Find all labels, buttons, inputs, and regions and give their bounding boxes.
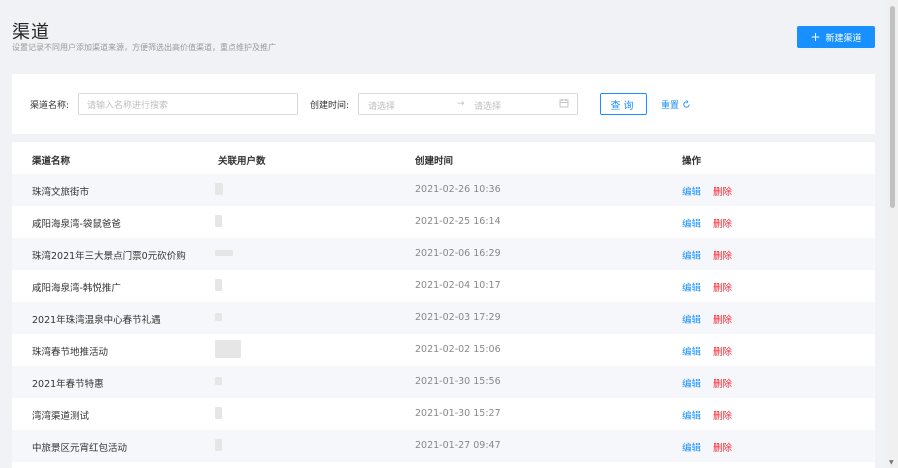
new-channel-button[interactable]: + 新建渠道 — [797, 26, 875, 48]
channel-table: 渠道名称 关联用户数 创建时间 操作 珠湾文旅街市 2021-02-26 10:… — [12, 142, 875, 468]
calendar-icon — [559, 98, 569, 111]
created-time-label: 创建时间: — [310, 101, 350, 111]
channel-name: 2021年珠湾温泉中心春节礼遇 — [32, 315, 161, 326]
user-count-redacted — [215, 313, 222, 321]
table-row: 珠湾春节地推活动 2021-02-02 15:06 编辑 删除 — [12, 334, 875, 366]
scroll-down-arrow-icon[interactable]: ▼ — [889, 459, 894, 466]
reset-label: 重置 — [661, 101, 680, 111]
column-header-name: 渠道名称 — [32, 156, 71, 167]
column-header-actions: 操作 — [682, 156, 702, 167]
end-date-input[interactable]: 请选择 — [474, 99, 501, 112]
range-separator: → — [457, 99, 465, 109]
created-time: 2021-01-30 15:56 — [415, 376, 501, 387]
table-row: 咸阳海泉湾-袋鼠爸爸 2021-02-25 16:14 编辑 删除 — [12, 206, 875, 238]
created-time-range-picker[interactable]: 请选择 → 请选择 — [358, 93, 578, 115]
page-title: 渠道 — [12, 22, 50, 43]
channel-name: 珠湾2021年三大景点门票0元砍价购 — [32, 251, 186, 262]
edit-link[interactable]: 编辑 — [682, 280, 701, 294]
table-row: 珠湾文旅街市 2021-02-26 10:36 编辑 删除 — [12, 174, 875, 206]
edit-link[interactable]: 编辑 — [682, 376, 701, 390]
channel-name: 咸阳海泉湾-袋鼠爸爸 — [32, 219, 121, 230]
delete-link[interactable]: 删除 — [713, 248, 732, 262]
created-time: 2021-02-25 16:14 — [415, 216, 501, 227]
edit-link[interactable]: 编辑 — [682, 312, 701, 326]
created-time: 2021-01-27 09:47 — [415, 440, 501, 451]
user-count-redacted — [215, 407, 222, 419]
channel-name-search-input[interactable]: 请输入名称进行搜索 — [78, 93, 298, 115]
scrollbar-thumb[interactable] — [890, 6, 895, 208]
user-count-redacted — [215, 183, 223, 195]
query-button[interactable]: 查询 — [600, 93, 647, 115]
page-header: 渠道 设置记录不同用户添加渠道来源，方便筛选出高价值渠道，重点维护及推广 + 新… — [0, 0, 888, 72]
created-time: 2021-02-26 10:36 — [415, 184, 501, 195]
delete-link[interactable]: 删除 — [713, 280, 732, 294]
table-row: 湾湾渠道测试 2021-01-30 15:27 编辑 删除 — [12, 398, 875, 430]
plus-icon: + — [810, 30, 821, 44]
new-channel-label: 新建渠道 — [825, 33, 862, 44]
delete-link[interactable]: 删除 — [713, 408, 732, 422]
edit-link[interactable]: 编辑 — [682, 408, 701, 422]
created-time: 2021-01-30 15:27 — [415, 408, 501, 419]
table-row: 中旅景区元宵红包活动 2021-01-27 09:47 编辑 删除 — [12, 430, 875, 462]
edit-link[interactable]: 编辑 — [682, 216, 701, 230]
channel-name: 中旅景区元宵红包活动 — [32, 443, 128, 454]
channel-name: 咸阳海泉湾-韩悦推广 — [32, 283, 121, 294]
created-time: 2021-02-06 16:29 — [415, 248, 501, 259]
channel-name: 2021年春节特惠 — [32, 379, 104, 390]
delete-link[interactable]: 删除 — [713, 216, 732, 230]
channel-name: 珠湾文旅街市 — [32, 187, 90, 198]
edit-link[interactable]: 编辑 — [682, 248, 701, 262]
filter-panel: 渠道名称: 请输入名称进行搜索 创建时间: 请选择 → 请选择 查询 重置 — [12, 74, 875, 134]
table-row: 咸阳海泉湾-韩悦推广 2021-02-04 10:17 编辑 删除 — [12, 270, 875, 302]
created-time: 2021-02-02 15:06 — [415, 344, 501, 355]
page-scrollbar[interactable]: ▼ — [887, 0, 898, 468]
user-count-redacted — [215, 215, 222, 227]
table-row: 珠湾2021年三大景点门票0元砍价购 2021-02-06 16:29 编辑 删… — [12, 238, 875, 270]
delete-link[interactable]: 删除 — [713, 376, 732, 390]
user-count-redacted — [215, 250, 233, 256]
table-row: 2021年春节特惠 2021-01-30 15:56 编辑 删除 — [12, 366, 875, 398]
delete-link[interactable]: 删除 — [713, 440, 732, 454]
user-count-redacted — [215, 439, 222, 451]
page-description: 设置记录不同用户添加渠道来源，方便筛选出高价值渠道，重点维护及推广 — [12, 43, 276, 52]
delete-link[interactable]: 删除 — [713, 312, 732, 326]
table-header: 渠道名称 关联用户数 创建时间 操作 — [12, 142, 875, 174]
channel-name-label: 渠道名称: — [30, 101, 70, 111]
reset-button[interactable]: 重置 — [661, 98, 691, 111]
table-row: 2021年珠湾温泉中心春节礼遇 2021-02-03 17:29 编辑 删除 — [12, 302, 875, 334]
created-time: 2021-02-03 17:29 — [415, 312, 501, 323]
refresh-icon — [683, 100, 690, 108]
start-date-input[interactable]: 请选择 — [368, 99, 395, 112]
delete-link[interactable]: 删除 — [713, 184, 732, 198]
edit-link[interactable]: 编辑 — [682, 440, 701, 454]
delete-link[interactable]: 删除 — [713, 344, 732, 358]
created-time: 2021-02-04 10:17 — [415, 280, 501, 291]
user-count-redacted — [215, 340, 241, 358]
user-count-redacted — [215, 279, 222, 291]
column-header-user-count: 关联用户数 — [218, 156, 266, 167]
channel-name: 珠湾春节地推活动 — [32, 347, 109, 358]
edit-link[interactable]: 编辑 — [682, 184, 701, 198]
user-count-redacted — [215, 377, 222, 385]
edit-link[interactable]: 编辑 — [682, 344, 701, 358]
channel-name: 湾湾渠道测试 — [32, 411, 90, 422]
column-header-created-time: 创建时间 — [415, 156, 454, 167]
